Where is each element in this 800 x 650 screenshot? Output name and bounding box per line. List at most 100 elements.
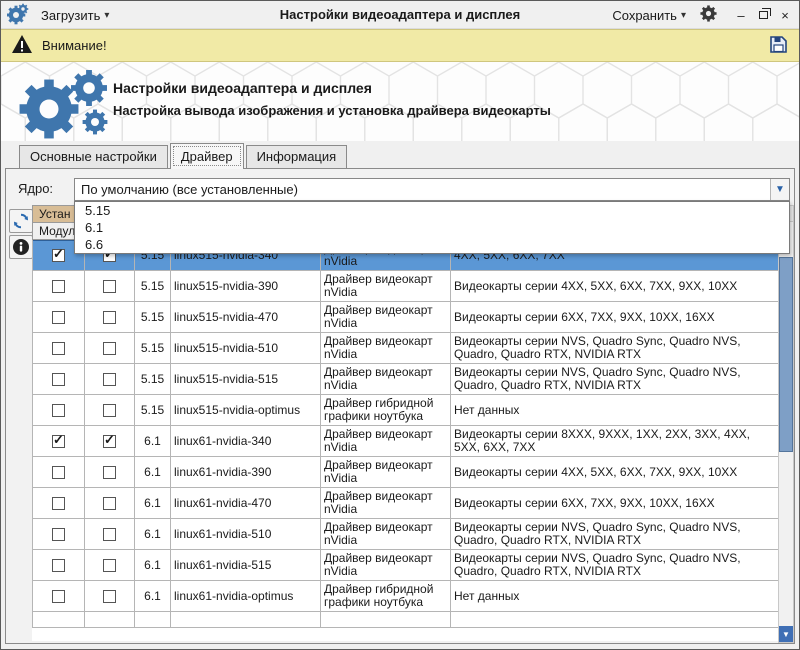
info-icon: [12, 238, 30, 256]
module-loaded-checkbox[interactable]: [103, 528, 116, 541]
table-row[interactable]: 6.1 linux61-nvidia-470 Драйвер видеокарт…: [33, 488, 779, 519]
load-button[interactable]: Загрузить ▾: [37, 6, 113, 25]
warning-text: Внимание!: [42, 38, 107, 53]
table-row[interactable]: 6.1 linux61-nvidia-515 Драйвер видеокарт…: [33, 550, 779, 581]
installed-checkbox[interactable]: [52, 559, 65, 572]
scroll-down-button[interactable]: ▼: [779, 626, 793, 642]
installed-checkbox[interactable]: [52, 342, 65, 355]
description-cell: Драйвер видеокарт nVidia: [321, 519, 451, 550]
tab-driver[interactable]: Драйвер: [170, 143, 244, 169]
maximize-button[interactable]: [753, 5, 773, 25]
kernel-option-5-15[interactable]: 5.15: [75, 202, 789, 219]
titlebar: Загрузить ▾ Настройки видеоадаптера и ди…: [1, 1, 799, 29]
description-cell: Драйвер видеокарт nVidia: [321, 333, 451, 364]
description-cell: Драйвер гибридной графики ноутбука: [321, 581, 451, 612]
load-caret-icon: ▾: [104, 10, 109, 21]
module-cell: linux515-nvidia-515: [171, 364, 321, 395]
combobox-arrow-icon[interactable]: ▼: [770, 179, 789, 200]
table-row[interactable]: 6.1 linux61-nvidia-510 Драйвер видеокарт…: [33, 519, 779, 550]
warning-bar: Внимание!: [1, 29, 799, 62]
description-cell: Драйвер видеокарт nVidia: [321, 302, 451, 333]
save-file-icon[interactable]: [768, 34, 789, 58]
table-row[interactable]: 5.15 linux515-nvidia-470 Драйвер видеока…: [33, 302, 779, 333]
info-button[interactable]: [9, 235, 33, 259]
module-loaded-checkbox[interactable]: [103, 404, 116, 417]
module-cell: linux61-nvidia-optimus: [171, 581, 321, 612]
installed-checkbox[interactable]: [52, 435, 65, 448]
warning-icon: [11, 34, 33, 57]
module-loaded-checkbox[interactable]: [103, 590, 116, 603]
cards-cell: Видеокарты серии NVS, Quadro Sync, Quadr…: [451, 519, 779, 550]
module-loaded-checkbox[interactable]: [103, 466, 116, 479]
kernel-cell: 6.1: [135, 581, 171, 612]
kernel-cell: 5.15: [135, 364, 171, 395]
page-subtitle: Настройка вывода изображения и установка…: [113, 103, 551, 118]
installed-checkbox[interactable]: [52, 311, 65, 324]
cards-cell: Видеокарты серии NVS, Quadro Sync, Quadr…: [451, 333, 779, 364]
kernel-cell: 5.15: [135, 302, 171, 333]
scrollbar-thumb[interactable]: [779, 257, 793, 452]
page-header: Настройки видеоадаптера и дисплея Настро…: [1, 62, 799, 141]
module-cell: linux515-nvidia-optimus: [171, 395, 321, 426]
module-loaded-checkbox[interactable]: [103, 311, 116, 324]
kernel-cell: 6.1: [135, 426, 171, 457]
module-loaded-checkbox[interactable]: [103, 373, 116, 386]
module-cell: linux61-nvidia-390: [171, 457, 321, 488]
module-loaded-checkbox[interactable]: [103, 497, 116, 510]
driver-table: Устан Модул 5.15 linux515-nvidia-340 Дра…: [32, 205, 778, 641]
table-row[interactable]: 5.15 linux515-nvidia-510 Драйвер видеока…: [33, 333, 779, 364]
save-button-label: Сохранить: [612, 8, 677, 23]
minimize-button[interactable]: –: [731, 5, 751, 25]
kernel-option-6-6[interactable]: 6.6: [75, 236, 789, 253]
empty-row: [33, 612, 779, 628]
installed-checkbox[interactable]: [52, 404, 65, 417]
module-cell: linux61-nvidia-470: [171, 488, 321, 519]
kernel-cell: 5.15: [135, 271, 171, 302]
module-loaded-checkbox[interactable]: [103, 559, 116, 572]
description-cell: Драйвер видеокарт nVidia: [321, 271, 451, 302]
cards-cell: Видеокарты серии 8XXX, 9XXX, 1XX, 2XX, 3…: [451, 426, 779, 457]
description-cell: Драйвер видеокарт nVidia: [321, 550, 451, 581]
refresh-button[interactable]: [9, 209, 33, 233]
installed-checkbox[interactable]: [52, 590, 65, 603]
module-loaded-checkbox[interactable]: [103, 435, 116, 448]
vertical-scrollbar[interactable]: ▲ ▼: [778, 205, 794, 643]
table-row[interactable]: 5.15 linux515-nvidia-515 Драйвер видеока…: [33, 364, 779, 395]
module-loaded-checkbox[interactable]: [103, 342, 116, 355]
cards-cell: Видеокарты серии NVS, Quadro Sync, Quadr…: [451, 550, 779, 581]
kernel-dropdown-list: 5.15 6.1 6.6: [74, 201, 790, 254]
kernel-cell: 5.15: [135, 395, 171, 426]
table-row[interactable]: 6.1 linux61-nvidia-optimus Драйвер гибри…: [33, 581, 779, 612]
settings-gear-button[interactable]: [700, 5, 717, 25]
save-caret-icon: ▾: [681, 10, 686, 21]
kernel-option-6-1[interactable]: 6.1: [75, 219, 789, 236]
maximize-icon: [759, 11, 768, 19]
driver-panel: Ядро: По умолчанию (все установленные) ▼: [5, 168, 795, 644]
table-row[interactable]: 6.1 linux61-nvidia-340 Драйвер видеокарт…: [33, 426, 779, 457]
load-button-label: Загрузить: [41, 8, 100, 23]
app-window: Загрузить ▾ Настройки видеоадаптера и ди…: [0, 0, 800, 650]
installed-checkbox[interactable]: [52, 249, 65, 262]
module-loaded-checkbox[interactable]: [103, 280, 116, 293]
tab-information[interactable]: Информация: [246, 145, 348, 168]
cards-cell: Видеокарты серии NVS, Quadro Sync, Quadr…: [451, 364, 779, 395]
installed-checkbox[interactable]: [52, 466, 65, 479]
app-gears-icon: [7, 3, 29, 28]
close-button[interactable]: ×: [775, 5, 795, 25]
kernel-combobox[interactable]: По умолчанию (все установленные) ▼: [74, 178, 790, 201]
installed-checkbox[interactable]: [52, 497, 65, 510]
kernel-cell: 5.15: [135, 333, 171, 364]
installed-checkbox[interactable]: [52, 528, 65, 541]
installed-checkbox[interactable]: [52, 280, 65, 293]
table-row[interactable]: 5.15 linux515-nvidia-optimus Драйвер гиб…: [33, 395, 779, 426]
save-button[interactable]: Сохранить ▾: [608, 6, 690, 25]
kernel-combobox-value: По умолчанию (все установленные): [75, 182, 770, 197]
table-row[interactable]: 5.15 linux515-nvidia-390 Драйвер видеока…: [33, 271, 779, 302]
table-row[interactable]: 6.1 linux61-nvidia-390 Драйвер видеокарт…: [33, 457, 779, 488]
tab-main-settings[interactable]: Основные настройки: [19, 145, 168, 168]
tab-bar: Основные настройки Драйвер Информация: [19, 141, 349, 168]
module-cell: linux61-nvidia-340: [171, 426, 321, 457]
kernel-cell: 6.1: [135, 488, 171, 519]
description-cell: Драйвер видеокарт nVidia: [321, 457, 451, 488]
installed-checkbox[interactable]: [52, 373, 65, 386]
